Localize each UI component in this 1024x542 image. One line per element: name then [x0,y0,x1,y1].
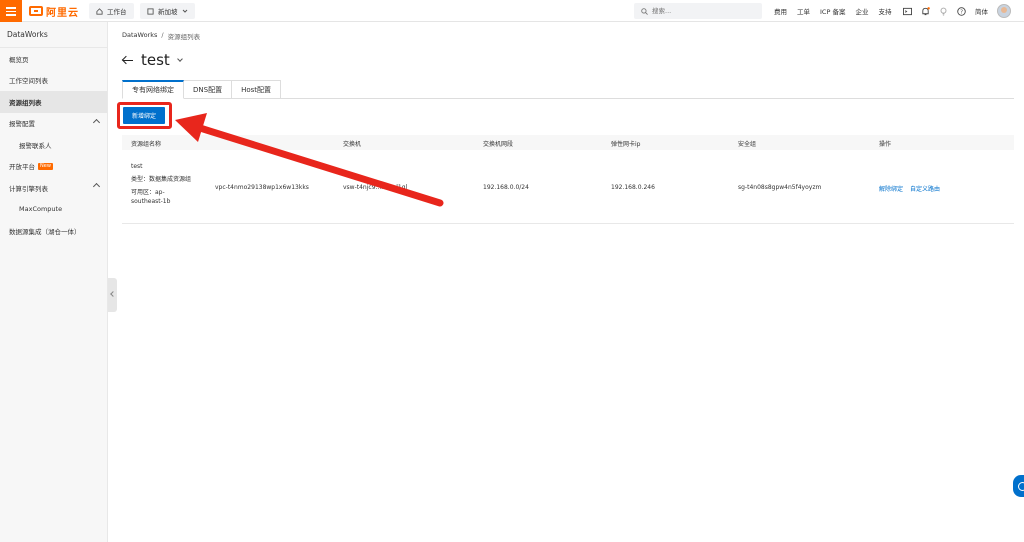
top-links: 费用 工单 ICP 备案 企业 支持 [774,0,891,22]
sidebar-item-open-platform[interactable]: 开放平台 New [0,156,107,178]
chevron-down-icon [182,9,187,13]
lightbulb-icon[interactable] [939,7,948,16]
eni-ip: 192.168.0.246 [611,184,655,191]
new-badge: New [38,162,53,170]
unbind-link[interactable]: 解除绑定 [879,184,903,193]
column-header: 资源组名称 [131,141,162,148]
vswitch-id: vsw-t4njc9...l7aml1gl [343,184,408,191]
table-row: test 类型：数据集成资源组 可用区：ap- southeast-1b vpc… [122,150,1014,224]
sidebar-item-label: 概览页 [9,55,29,64]
chevron-up-icon [92,182,101,191]
region-icon [147,7,154,15]
region-selector[interactable]: 新加坡 [140,3,195,19]
help-icon[interactable]: ? [957,6,966,16]
page-title: test [141,51,170,69]
sidebar-item-label: 数据源集成（湖仓一体） [9,227,81,236]
workbench-button[interactable]: 工作台 [89,3,134,19]
sidebar-item-label: 工作空间列表 [9,77,48,86]
top-bar: 阿里云 工作台 新加坡 费用 工单 ICP 备案 企业 支持 ? 简体 [0,0,1024,22]
title-row: test [122,50,183,70]
back-arrow-icon[interactable] [122,55,133,66]
table-header: 资源组名称 交换机 交换机网段 弹性网卡ip 安全组 操作 [122,135,1014,150]
security-group-id: sg-t4n08s8gpw4n5f4yoyzm [738,184,822,191]
avatar[interactable] [997,4,1011,18]
custom-route-link[interactable]: 自定义路由 [910,184,940,193]
resource-group-zone: 可用区：ap- [131,189,165,196]
chevron-down-icon[interactable] [176,55,183,62]
sidebar-item-label: 开放平台 [9,163,35,172]
sidebar-item-alert-config[interactable]: 报警配置 [0,113,107,135]
search-icon [641,7,648,15]
sidebar-item-label: 计算引擎列表 [9,184,48,193]
sidebar: DataWorks 概览页 工作空间列表 资源组列表 报警配置 报警联系人 开放… [0,22,108,542]
resource-group-type: 类型：数据集成资源组 [131,176,192,183]
column-header: 交换机网段 [483,141,514,148]
sidebar-item-label: 报警联系人 [19,141,52,150]
sidebar-title: DataWorks [0,22,107,48]
vswitch-cidr: 192.168.0.0/24 [483,184,529,191]
terminal-icon[interactable] [903,7,912,16]
resource-group-zone-cont: southeast-1b [131,198,171,205]
tab-bar: 专有网络绑定 DNS配置 Host配置 [122,80,282,99]
vpc-binding-table: 资源组名称 交换机 交换机网段 弹性网卡ip 安全组 操作 test 类型：数据… [122,135,1014,224]
column-header: 操作 [879,141,892,148]
top-link-billing[interactable]: 费用 [774,6,787,16]
breadcrumb: DataWorks / 资源组列表 [122,31,200,41]
sidebar-item-compute-engines[interactable]: 计算引擎列表 [0,177,107,199]
sidebar-item-label: MaxCompute [19,205,63,214]
workbench-label: 工作台 [107,8,127,16]
breadcrumb-root[interactable]: DataWorks [122,31,157,41]
sidebar-item-maxcompute[interactable]: MaxCompute [0,199,107,221]
region-label: 新加坡 [158,8,178,16]
sidebar-item-label: 资源组列表 [9,98,42,107]
language-switch[interactable]: 简体 [975,6,988,16]
resource-group-name: test [131,163,143,170]
svg-text:?: ? [960,9,963,15]
column-header: 交换机 [343,141,362,148]
home-icon [96,7,103,15]
top-link-support[interactable]: 支持 [878,6,891,16]
brand-name: 阿里云 [46,7,79,19]
sidebar-item-label: 报警配置 [9,120,35,129]
vpc-id: vpc-t4nmo29138wp1x6w13kks [215,184,309,191]
top-icons: ? 简体 [903,0,1011,22]
tab-dns-config[interactable]: DNS配置 [184,80,233,99]
aliyun-logo-mark-icon [29,6,43,16]
aliyun-logo[interactable]: 阿里云 [29,4,79,19]
column-header: 安全组 [738,141,757,148]
sidebar-collapse-handle[interactable] [108,278,117,312]
top-link-icp[interactable]: ICP 备案 [820,6,845,16]
chevron-up-icon [92,118,101,126]
hamburger-menu-icon[interactable] [0,0,22,22]
sidebar-item-resource-groups[interactable]: 资源组列表 [0,91,107,113]
column-header: 弹性网卡ip [611,141,641,148]
tab-host-config[interactable]: Host配置 [232,80,282,99]
breadcrumb-separator: / [161,31,164,39]
global-search[interactable] [634,3,762,19]
sidebar-item-data-source-integration[interactable]: 数据源集成（湖仓一体） [0,220,107,242]
bell-icon[interactable] [921,6,930,16]
sidebar-item-alert-contacts[interactable]: 报警联系人 [0,134,107,156]
top-link-tickets[interactable]: 工单 [797,6,810,16]
tab-vpc-binding[interactable]: 专有网络绑定 [122,80,184,99]
top-link-enterprise[interactable]: 企业 [855,6,868,16]
annotation-highlight-box [117,102,172,129]
sidebar-item-overview[interactable]: 概览页 [0,48,107,70]
search-input[interactable] [652,7,752,15]
breadcrumb-current: 资源组列表 [167,33,201,41]
resource-group-cell: test 类型：数据集成资源组 可用区：ap- southeast-1b [131,162,211,210]
sidebar-item-workspaces[interactable]: 工作空间列表 [0,70,107,92]
help-float-button[interactable] [1013,475,1024,497]
